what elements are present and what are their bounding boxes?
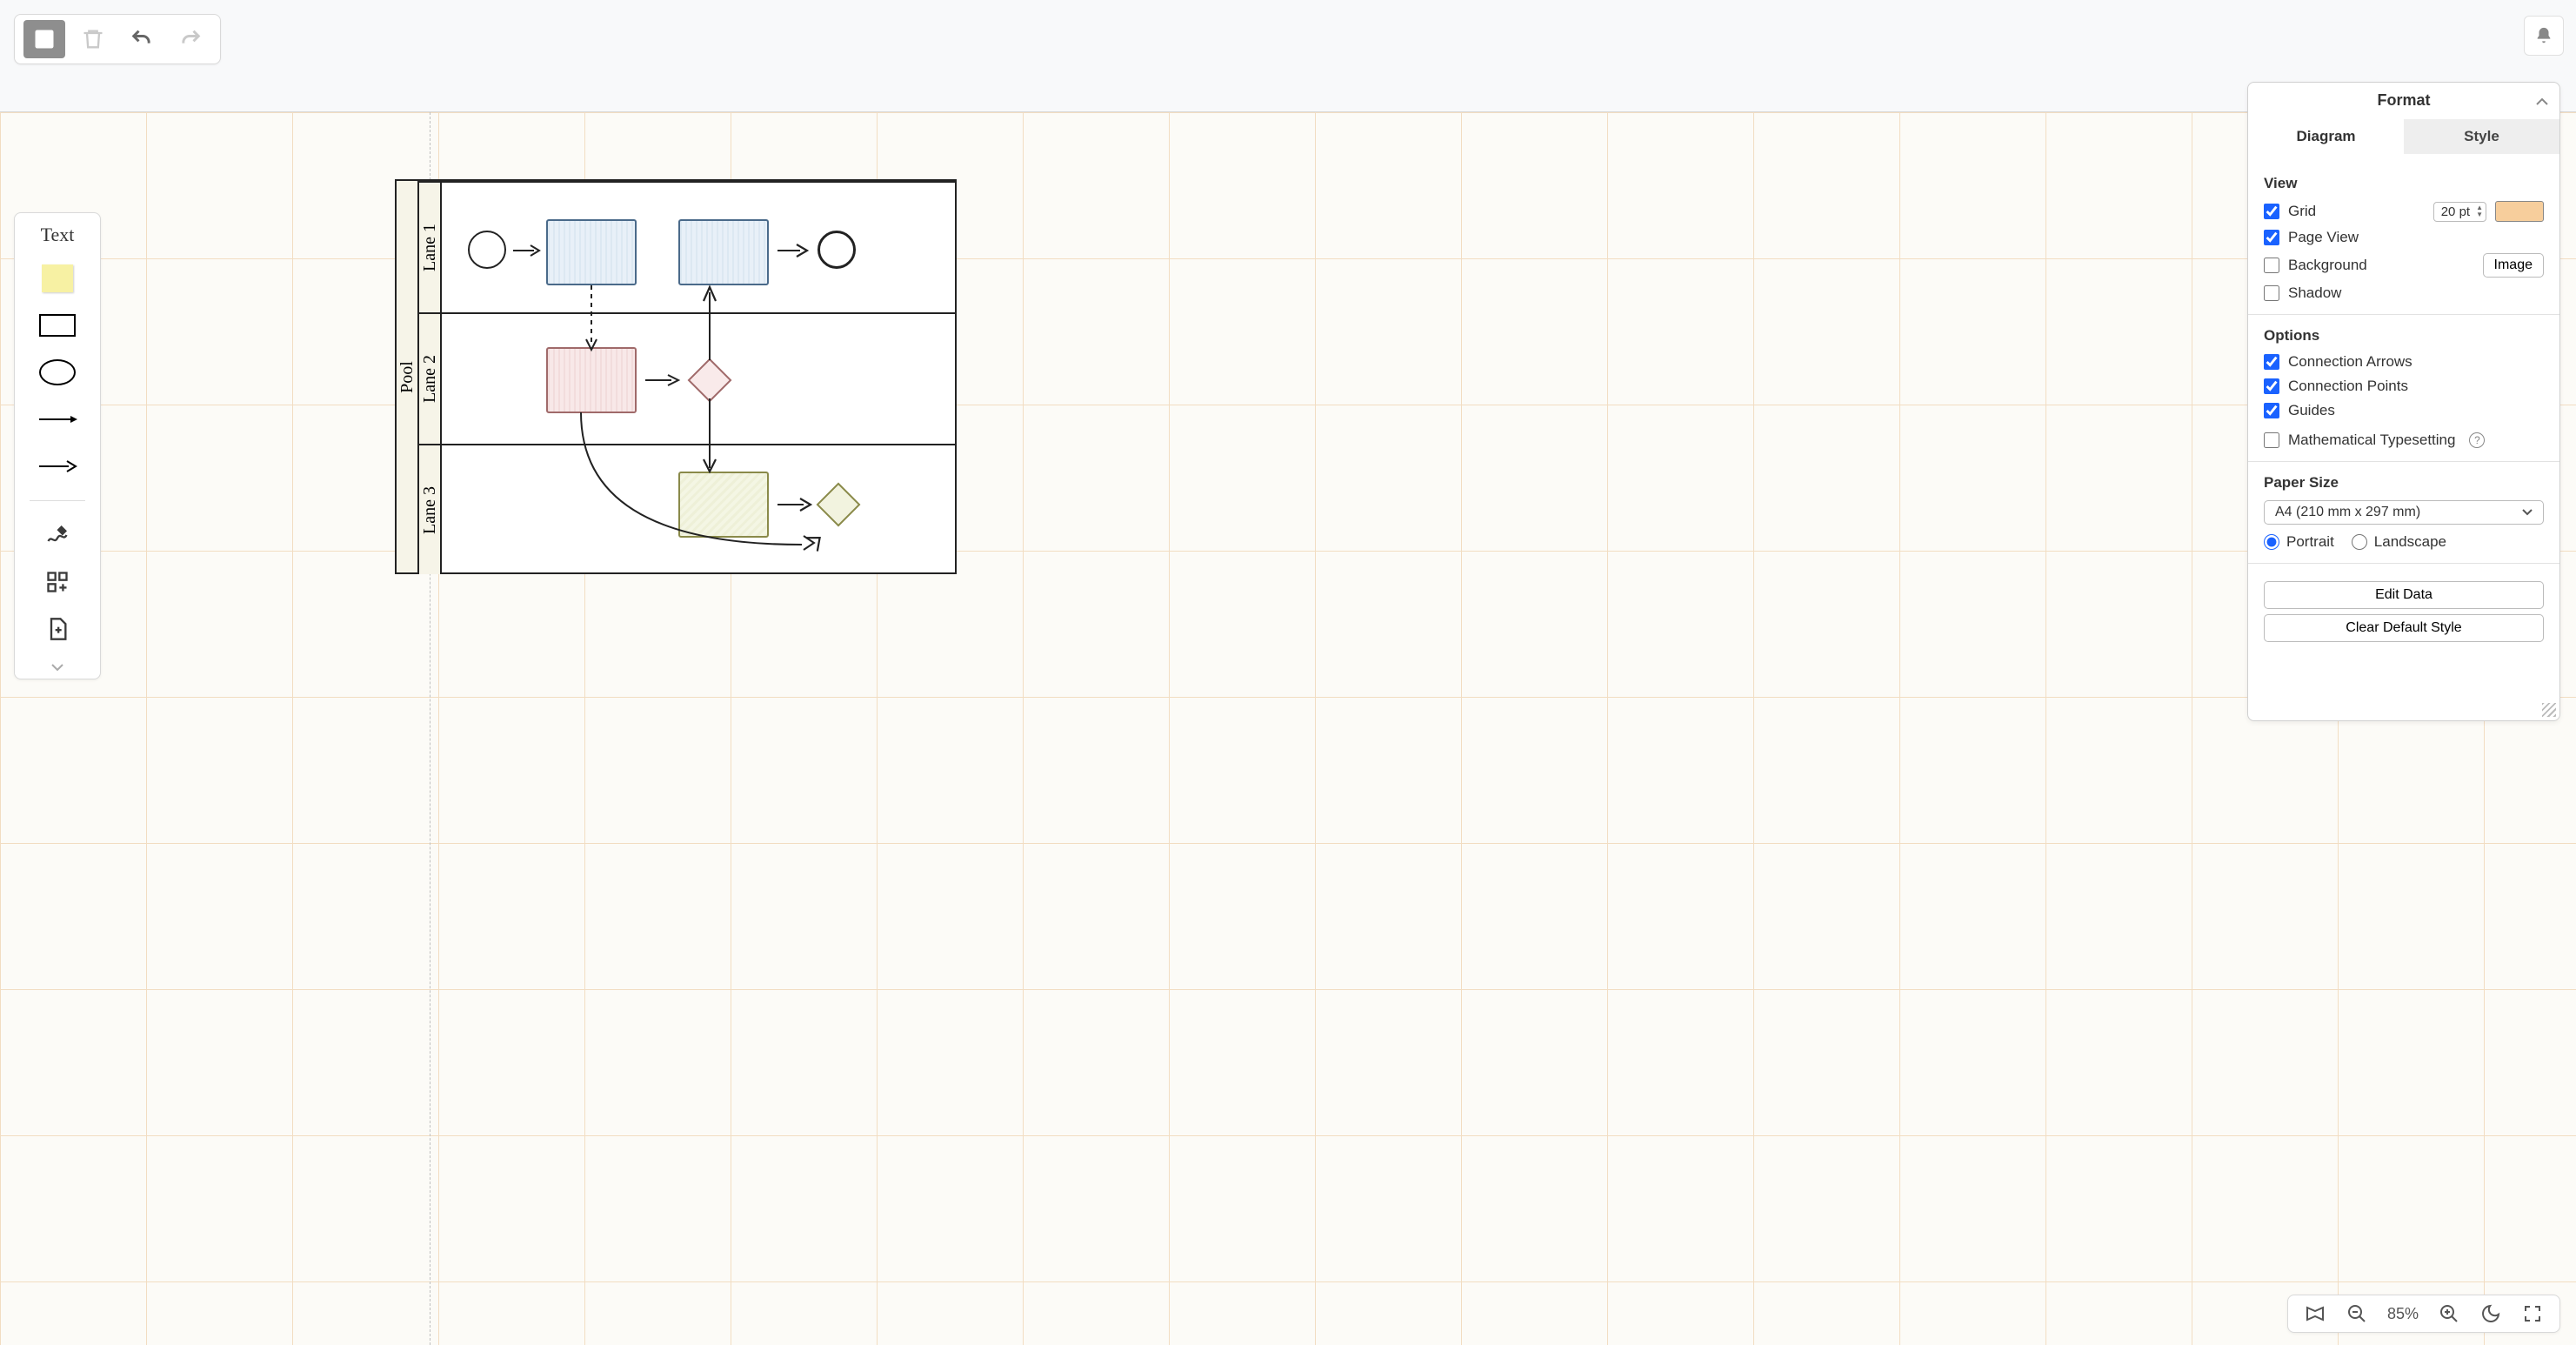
page-view-label: Page View [2288,229,2359,246]
paper-size-value: A4 (210 mm x 297 mm) [2275,505,2420,520]
lane2-label: Lane 2 [420,355,440,403]
arrow-icon [776,242,811,259]
lane1-label: Lane 1 [420,224,440,271]
rectangle-shape[interactable] [37,309,77,342]
zoom-out-icon[interactable] [2346,1302,2368,1325]
undo-button[interactable] [121,20,163,58]
guides-label: Guides [2288,402,2335,419]
paper-size-heading: Paper Size [2264,474,2544,492]
grid-size-down-icon[interactable]: ▼ [2473,211,2486,218]
math-typesetting-label: Mathematical Typesetting [2288,432,2455,449]
gateway-shape[interactable] [817,483,861,527]
guides-checkbox[interactable] [2264,403,2279,418]
line-shape[interactable] [37,403,77,436]
panel-resize-handle[interactable] [2542,703,2556,717]
pool-header[interactable]: Pool [397,181,419,572]
lane2-header[interactable]: Lane 2 [419,314,442,444]
shapes-panel-button[interactable] [23,20,65,58]
landscape-radio[interactable] [2352,534,2367,550]
background-checkbox[interactable] [2264,258,2279,273]
edit-data-button[interactable]: Edit Data [2264,581,2544,609]
help-icon[interactable]: ? [2469,432,2485,448]
redo-button[interactable] [170,20,211,58]
lane1-header[interactable]: Lane 1 [419,183,442,312]
tab-style[interactable]: Style [2404,119,2559,154]
chevron-down-icon [2522,505,2533,520]
connection-points-checkbox[interactable] [2264,378,2279,394]
zoom-in-icon[interactable] [2438,1302,2460,1325]
sticky-note-shape[interactable] [37,262,77,295]
math-typesetting-checkbox[interactable] [2264,432,2279,448]
format-panel: Format Diagram Style View Grid 20 pt ▲▼ … [2247,82,2560,721]
format-tabs: Diagram Style [2248,119,2559,154]
outline-icon[interactable] [2304,1302,2326,1325]
background-image-button[interactable]: Image [2483,253,2544,278]
zoom-level[interactable]: 85% [2387,1305,2419,1323]
more-shapes-tool[interactable] [37,565,77,599]
connection-arrows-checkbox[interactable] [2264,354,2279,370]
palette-expand[interactable] [37,659,77,675]
status-bar: 85% [2287,1295,2560,1333]
ellipse-shape[interactable] [37,356,77,389]
portrait-radio[interactable] [2264,534,2279,550]
shadow-label: Shadow [2288,284,2341,302]
task-shape[interactable] [678,472,769,538]
task-shape[interactable] [546,347,637,413]
tab-diagram[interactable]: Diagram [2248,119,2404,154]
grid-size-unit: pt [2459,204,2471,219]
lane3-header[interactable]: Lane 3 [419,445,442,574]
template-tool[interactable] [37,612,77,646]
background-label: Background [2288,257,2367,274]
pool-diagram[interactable]: − Pool − Lane 1 − Lane 2 [395,179,957,574]
dark-mode-icon[interactable] [2479,1302,2502,1325]
paper-size-select[interactable]: A4 (210 mm x 297 mm) [2264,500,2544,525]
task-shape[interactable] [678,219,769,285]
grid-color-swatch[interactable] [2495,201,2544,222]
freehand-tool[interactable] [37,519,77,552]
canvas[interactable] [0,111,2576,1345]
lane3-label: Lane 3 [420,486,440,534]
grid-checkbox[interactable] [2264,204,2279,219]
pool-label: Pool [397,361,417,393]
task-shape[interactable] [546,219,637,285]
start-event[interactable] [468,231,506,269]
top-toolbar [14,14,221,64]
delete-button[interactable] [72,20,114,58]
page-view-checkbox[interactable] [2264,230,2279,245]
format-panel-title: Format [2377,91,2430,109]
end-event[interactable] [818,231,856,269]
grid-label: Grid [2288,203,2316,220]
format-panel-header: Format [2248,83,2559,119]
connection-points-label: Connection Points [2288,378,2408,395]
clear-default-style-button[interactable]: Clear Default Style [2264,614,2544,642]
landscape-label: Landscape [2374,533,2446,551]
connection-arrows-label: Connection Arrows [2288,353,2412,371]
collapse-panel-icon[interactable] [2535,93,2549,111]
view-section-heading: View [2264,175,2544,192]
portrait-label: Portrait [2286,533,2334,551]
grid-size-value: 20 [2441,204,2456,219]
arrow-shape[interactable] [37,450,77,483]
arrow-icon [776,496,814,513]
text-tool[interactable]: Text [41,224,75,246]
arrow-icon [644,371,682,389]
gateway-shape[interactable] [688,358,732,403]
fullscreen-icon[interactable] [2521,1302,2544,1325]
arrow-icon [511,242,543,259]
shapes-palette: Text [14,212,101,679]
grid-size-input[interactable]: 20 pt ▲▼ [2433,202,2486,222]
options-section-heading: Options [2264,327,2544,345]
notifications-button[interactable] [2524,16,2564,56]
shadow-checkbox[interactable] [2264,285,2279,301]
